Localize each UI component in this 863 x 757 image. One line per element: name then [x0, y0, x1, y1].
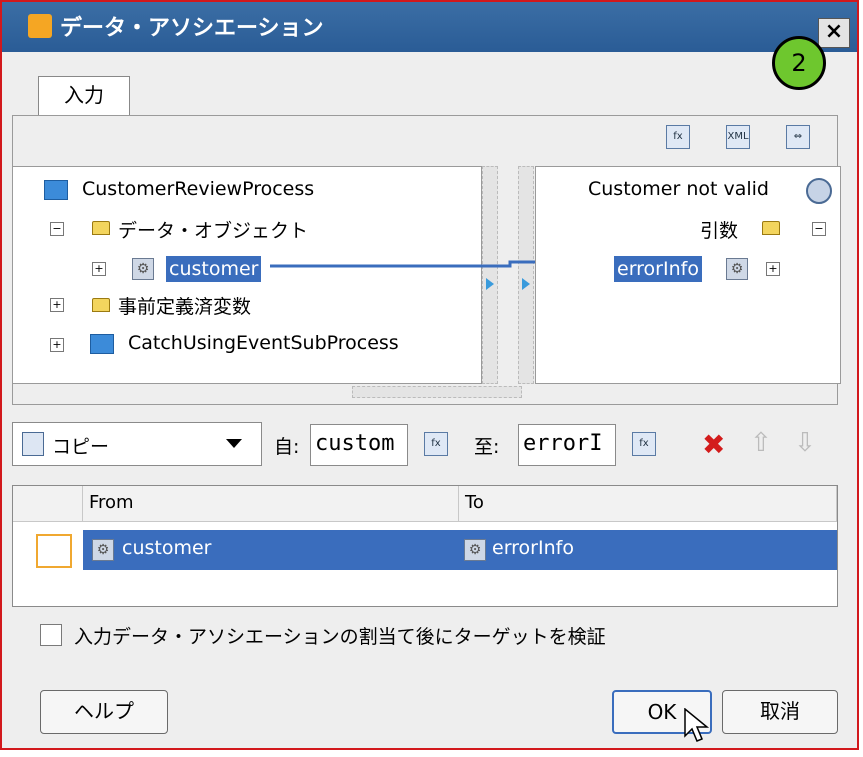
tree-item-errorinfo[interactable]: errorInfo [614, 256, 702, 282]
from-field[interactable]: custom [310, 424, 408, 466]
help-button[interactable]: ヘルプ [40, 690, 168, 734]
auto-map-icon[interactable]: ⇔ [786, 125, 810, 149]
move-up-icon[interactable]: ⇧ [750, 428, 772, 458]
dialog-title: データ・アソシエーション [60, 16, 324, 41]
app-icon [28, 14, 52, 38]
row-copy-icon [36, 534, 72, 568]
xml-icon[interactable]: XML [726, 125, 750, 149]
validate-checkbox[interactable] [40, 624, 62, 646]
process-icon [44, 180, 68, 200]
operation-dropdown[interactable] [12, 422, 262, 466]
row-to-value: errorInfo [492, 537, 574, 559]
folder-icon [92, 298, 110, 312]
variable-icon: ⚙ [92, 539, 114, 561]
folder-icon [762, 221, 780, 235]
column-header-from[interactable]: From [83, 486, 459, 522]
validate-checkbox-label[interactable]: 入力データ・アソシエーションの割当て後にターゲットを検証 [74, 622, 606, 649]
column-header-to[interactable]: To [459, 486, 837, 522]
step-badge: 2 [772, 36, 826, 90]
tree-item-arguments[interactable]: 引数 [700, 216, 738, 243]
tree-item-predefined-variables[interactable]: 事前定義済変数 [118, 292, 251, 319]
chevron-down-icon[interactable] [226, 439, 242, 448]
to-field[interactable]: errorI [518, 424, 616, 466]
expand-icon[interactable]: + [766, 262, 780, 276]
arrow-right-icon [522, 278, 530, 290]
collapse-icon[interactable]: − [50, 222, 64, 236]
tree-item-catch-subprocess[interactable]: CatchUsingEventSubProcess [128, 332, 399, 354]
expand-icon[interactable]: + [50, 298, 64, 312]
target-root-label[interactable]: Customer not valid [588, 178, 769, 200]
folder-icon [92, 221, 110, 235]
expression-builder-icon[interactable]: fx [424, 432, 448, 456]
copy-icon [22, 432, 44, 456]
expression-builder-icon[interactable]: fx [666, 125, 690, 149]
bottom-splitter[interactable] [352, 386, 522, 398]
to-label: 至: [474, 436, 500, 458]
variable-icon: ⚙ [132, 258, 154, 280]
expression-builder-icon[interactable]: fx [632, 432, 656, 456]
close-button[interactable]: × [818, 18, 850, 48]
table-corner [13, 486, 83, 522]
tree-item-customer[interactable]: customer [166, 256, 262, 282]
mouse-cursor-icon [684, 708, 710, 742]
move-down-icon[interactable]: ⇩ [794, 428, 816, 458]
collapse-icon[interactable]: − [812, 222, 826, 236]
tab-input[interactable]: 入力 [38, 76, 130, 116]
error-event-icon [806, 178, 832, 204]
operation-value: コピー [52, 436, 110, 458]
expand-icon[interactable]: + [92, 262, 106, 276]
variable-icon: ⚙ [464, 539, 486, 561]
tree-root-label[interactable]: CustomerReviewProcess [82, 178, 314, 200]
subprocess-icon [90, 334, 114, 354]
arrow-right-icon [486, 278, 494, 290]
tree-item-data-objects[interactable]: データ・オブジェクト [118, 216, 308, 243]
row-from-value: customer [122, 537, 212, 559]
variable-icon: ⚙ [726, 258, 748, 280]
from-label: 自: [274, 436, 300, 458]
cancel-button[interactable]: 取消 [722, 690, 838, 734]
expand-icon[interactable]: + [50, 338, 64, 352]
delete-icon[interactable]: ✖ [702, 428, 725, 461]
